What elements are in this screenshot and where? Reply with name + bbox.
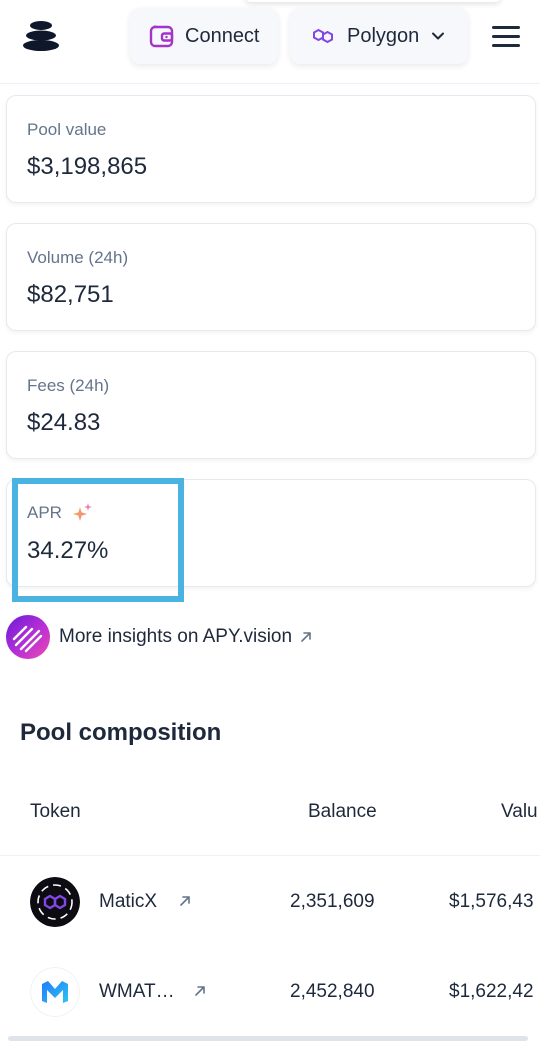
token-value: $1,576,43 (449, 891, 534, 912)
external-link-arrow-icon (301, 632, 311, 642)
stat-value: $82,751 (27, 281, 114, 308)
wallet-icon (149, 25, 174, 48)
network-label: Polygon (347, 24, 420, 47)
connect-button-label: Connect (185, 24, 260, 47)
connect-wallet-button[interactable]: Connect (130, 8, 278, 64)
apy-vision-logo-icon (6, 615, 50, 659)
network-selector-button[interactable]: Polygon (290, 8, 468, 64)
horizontal-scrollbar[interactable] (8, 1036, 528, 1041)
external-link-arrow-icon[interactable] (178, 894, 192, 908)
balancer-logo-icon[interactable] (22, 20, 60, 52)
polygon-network-icon (313, 28, 333, 44)
stat-value: $24.83 (27, 409, 101, 436)
column-header-value[interactable]: Valu (501, 801, 538, 823)
table-row: WMAT… 2,452,840 $1,622,42 (0, 947, 540, 1037)
table-row: MaticX 2,351,609 $1,576,43 (0, 857, 540, 947)
column-header-token[interactable]: Token (30, 801, 81, 823)
table-header: Token Balance Valu (0, 770, 540, 856)
token-balance: 2,452,840 (290, 981, 375, 1002)
insights-link-text: More insights on APY.vision (59, 626, 293, 647)
token-value: $1,622,42 (449, 981, 534, 1002)
external-link-arrow-icon[interactable] (193, 984, 207, 998)
token-balance: 2,351,609 (290, 891, 375, 912)
pool-value-card: Pool value $3,198,865 (6, 95, 536, 203)
token-name[interactable]: MaticX (99, 891, 157, 913)
apy-vision-link[interactable]: More insights on APY.vision (6, 615, 313, 659)
wmatic-token-icon (30, 967, 80, 1017)
app-header: Connect Polygon (0, 0, 540, 84)
dropdown-edge (245, 0, 501, 2)
fees-card: Fees (24h) $24.83 (6, 351, 536, 459)
stat-label: Pool value (27, 120, 107, 139)
stat-label: Fees (24h) (27, 376, 110, 395)
chevron-down-icon (432, 32, 445, 40)
apr-highlight-box (12, 478, 184, 602)
hamburger-menu-icon[interactable] (492, 26, 522, 48)
maticx-token-icon (30, 877, 80, 927)
column-header-balance[interactable]: Balance (308, 801, 377, 823)
stat-value: $3,198,865 (27, 153, 148, 180)
volume-card: Volume (24h) $82,751 (6, 223, 536, 331)
pool-composition-title: Pool composition (20, 719, 222, 746)
token-name[interactable]: WMAT… (99, 981, 175, 1003)
stat-label: Volume (24h) (27, 248, 129, 267)
